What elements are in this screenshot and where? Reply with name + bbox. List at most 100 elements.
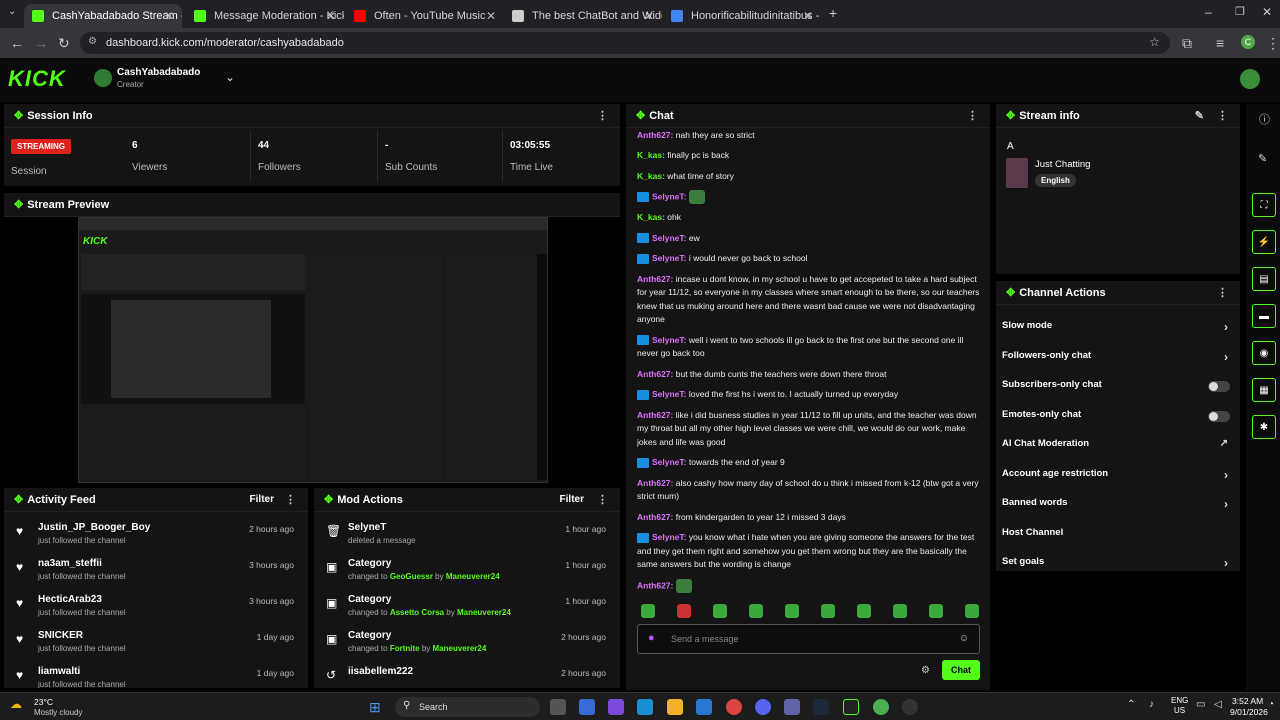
terminal-icon[interactable] (843, 699, 859, 715)
chat-drag-icon[interactable]: ✥ (636, 109, 645, 122)
wrench-icon[interactable]: ✱ (1252, 415, 1276, 439)
session-drag-icon[interactable]: ✥ (14, 109, 23, 122)
toggle-switch[interactable] (1208, 381, 1230, 392)
copilot-icon[interactable] (608, 699, 624, 715)
bookmark-star-icon[interactable]: ☆ (1149, 35, 1160, 49)
obs-icon[interactable] (902, 699, 918, 715)
browser-tab[interactable]: Honorificabilitudinitatibus - Go✕ (663, 4, 821, 28)
activity-item[interactable]: ♥ HecticArab23 just followed the channel 3 … (4, 592, 308, 628)
info-icon[interactable]: ⓘ (1259, 111, 1270, 127)
browser-menu-icon[interactable]: ⋮ (1266, 35, 1280, 52)
toggle-switch[interactable] (1208, 410, 1230, 422)
channel-action-item[interactable]: Account age restriction › (1002, 468, 1240, 490)
activity-item[interactable]: ♥ na3am_steffii just followed the channel 3… (4, 556, 308, 592)
minimize-icon[interactable]: – (1205, 5, 1212, 19)
mod-action-by[interactable]: Maneuverer24 (457, 608, 511, 617)
mod-action-item[interactable]: ↺ iisabellem222 2 hours ago (314, 664, 620, 688)
channel-action-item[interactable]: Subscribers-only chat (1002, 379, 1240, 401)
chat-message[interactable]: K_kas: ohk (637, 208, 982, 229)
new-tab-icon[interactable]: + (829, 5, 837, 21)
tab-close-icon[interactable]: ✕ (164, 9, 174, 23)
network-icon[interactable]: ▭ (1196, 699, 1205, 710)
mod-action-by[interactable]: Maneuverer24 (433, 644, 487, 653)
emote-icon[interactable] (785, 604, 799, 618)
activity-user[interactable]: Justin_JP_Booger_Boy (38, 522, 150, 533)
chat-username[interactable]: Anth627 (637, 580, 671, 590)
chat-more-icon[interactable]: ⋮ (967, 109, 978, 122)
edge-icon[interactable] (637, 699, 653, 715)
teams-icon[interactable] (784, 699, 800, 715)
emote-icon[interactable] (893, 604, 907, 618)
site-info-icon[interactable]: ⚙ (88, 36, 97, 47)
activity-user[interactable]: liamwalti (38, 666, 80, 677)
mod-more-icon[interactable]: ⋮ (597, 493, 608, 506)
actions-more-icon[interactable]: ⋮ (1217, 286, 1228, 299)
windows-start-icon[interactable]: ⊞ (369, 699, 381, 716)
emoji-picker-icon[interactable]: ☺ (959, 633, 969, 644)
back-icon[interactable]: ← (10, 35, 24, 51)
channel-switcher-chevron-icon[interactable]: ⌄ (225, 70, 235, 84)
emote-icon[interactable] (929, 604, 943, 618)
browser-tab[interactable]: Often - YouTube Music ✕ (346, 4, 504, 28)
browser-tab[interactable]: The best ChatBot and Widgets✕ (504, 4, 662, 28)
emote-icon[interactable] (677, 604, 691, 618)
reading-list-icon[interactable]: ≡ (1216, 35, 1224, 51)
chat-message[interactable]: SelyneT: ew (637, 228, 982, 249)
session-more-icon[interactable]: ⋮ (597, 109, 608, 122)
edit-icon[interactable]: ✎ (1258, 152, 1267, 165)
emote-icon[interactable] (857, 604, 871, 618)
close-window-icon[interactable]: ✕ (1262, 5, 1272, 19)
chat-message[interactable]: SelyneT: (637, 187, 982, 208)
activity-item[interactable]: ♥ SNICKER just followed the channel 1 day a… (4, 628, 308, 664)
emote-icon[interactable] (749, 604, 763, 618)
user-avatar[interactable] (1240, 69, 1260, 89)
chat-message[interactable]: Anth627: (637, 575, 982, 596)
taskbar-search-box[interactable]: ⚲ Search (395, 697, 540, 717)
chat-message[interactable]: SelyneT: i would never go back to school (637, 249, 982, 270)
chat-message[interactable]: Anth627: also cashy how many day of scho… (637, 473, 982, 507)
chat-message[interactable]: Anth627: like i did busness studies in y… (637, 405, 982, 453)
chat-message[interactable]: Anth627: incase u dont know, in my schoo… (637, 269, 982, 330)
chat-message[interactable]: SelyneT: loved the first hs i went to. I… (637, 385, 982, 406)
mod-action-by[interactable]: Maneuverer24 (446, 572, 500, 581)
reload-icon[interactable]: ↻ (58, 35, 70, 52)
browser-tab[interactable]: Message Moderation - Kick Da✕ (186, 4, 344, 28)
mod-action-item[interactable]: 🗑 SelyneT deleted a message 1 hour ago (314, 520, 620, 556)
edit-pencil-icon[interactable]: ✎ (1195, 109, 1204, 122)
chat-message[interactable]: K_kas: finally pc is back (637, 146, 982, 167)
actions-drag-icon[interactable]: ✥ (1006, 286, 1015, 299)
chat-username[interactable]: K_kas (637, 212, 662, 222)
tab-close-icon[interactable]: ✕ (486, 9, 496, 23)
chat-message[interactable]: SelyneT: well i went to two schools ill … (637, 330, 982, 364)
input-language[interactable]: ENG (1171, 696, 1188, 705)
chat-username[interactable]: Anth627 (637, 369, 671, 379)
steam-icon[interactable] (813, 699, 829, 715)
channel-action-item[interactable]: Emotes-only chat (1002, 409, 1240, 431)
volume-icon[interactable]: ◁ (1214, 699, 1222, 710)
chat-message[interactable]: Anth627: nah they are so strict (637, 125, 982, 146)
mod-drag-icon[interactable]: ✥ (324, 493, 333, 506)
activity-more-icon[interactable]: ⋮ (285, 493, 296, 506)
extensions-icon[interactable]: ⧉ (1182, 35, 1192, 52)
kick-logo[interactable]: KICK (8, 66, 66, 92)
chat-username[interactable]: Anth627 (637, 512, 671, 522)
mod-action-item[interactable]: ▣ Category changed to Fortnite by Maneuver… (314, 628, 620, 664)
chrome-profile-icon[interactable] (873, 699, 889, 715)
store-icon[interactable] (579, 699, 595, 715)
mail-icon[interactable] (696, 699, 712, 715)
weather-icon[interactable]: ☁ (10, 697, 22, 711)
tab-close-icon[interactable]: ✕ (803, 9, 813, 23)
activity-user[interactable]: HecticArab23 (38, 594, 102, 605)
emote-icon[interactable] (821, 604, 835, 618)
chat-username[interactable]: Anth627 (637, 478, 671, 488)
chat-username[interactable]: Anth627 (637, 130, 671, 140)
chat-username[interactable]: Anth627 (637, 410, 671, 420)
file-explorer-icon[interactable] (667, 699, 683, 715)
browser-tab[interactable]: CashYabadabado Stream - Kick✕ (24, 4, 182, 28)
activity-user[interactable]: SNICKER (38, 630, 83, 641)
clock-time[interactable]: 3:52 AM (1232, 696, 1263, 706)
chat-username[interactable]: SelyneT (652, 335, 684, 345)
mod-action-item[interactable]: ▣ Category changed to GeoGuessr by Maneuve… (314, 556, 620, 592)
tray-chevron-icon[interactable]: ⌃ (1127, 699, 1135, 710)
chat-message[interactable]: SelyneT: you know what i hate when you a… (637, 528, 982, 576)
